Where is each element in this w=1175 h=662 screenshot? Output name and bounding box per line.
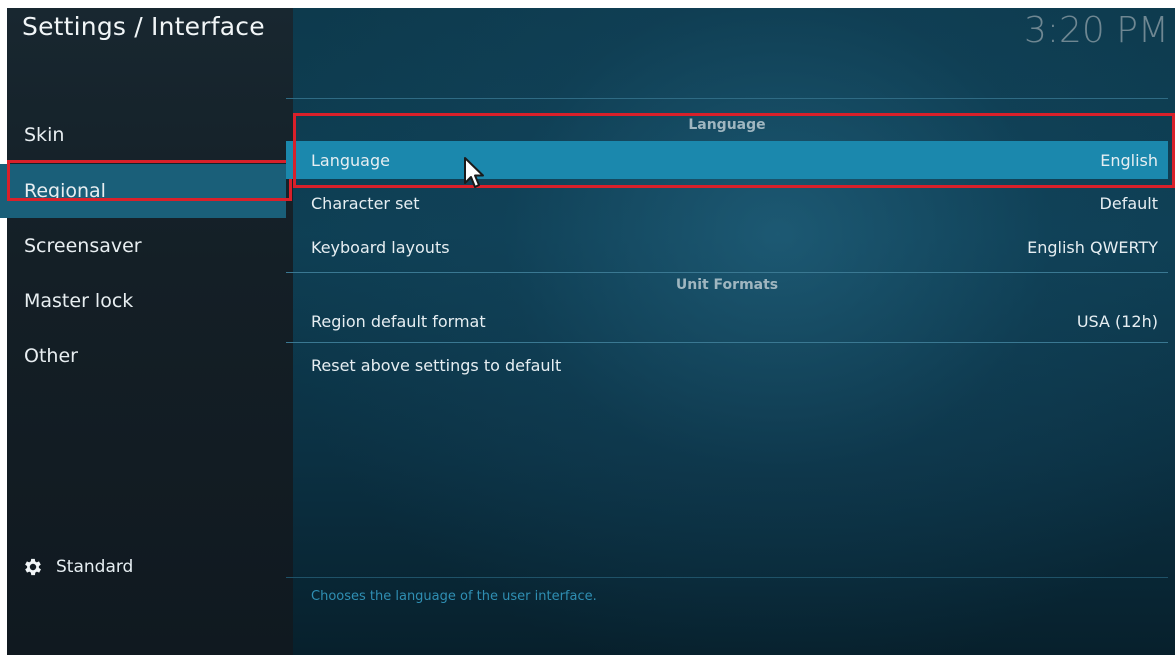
setting-row-keyboard-layouts[interactable]: Keyboard layouts English QWERTY — [286, 228, 1168, 266]
sidebar-item-label: Other — [24, 345, 78, 367]
setting-row-language[interactable]: Language English — [286, 141, 1168, 179]
setting-label: Character set — [311, 193, 420, 213]
sidebar-item-screensaver[interactable]: Screensaver — [0, 219, 286, 273]
setting-row-region-default-format[interactable]: Region default format USA (12h) — [286, 302, 1168, 340]
section-heading-language: Language — [688, 117, 766, 133]
sidebar-item-skin[interactable]: Skin — [0, 108, 286, 162]
setting-value: English — [1100, 150, 1158, 170]
setting-value: USA (12h) — [1076, 311, 1158, 331]
sidebar-item-label: Screensaver — [24, 235, 142, 257]
section-heading-unit-formats: Unit Formats — [675, 277, 779, 293]
footer-divider — [286, 577, 1168, 578]
reset-settings-button[interactable]: Reset above settings to default — [286, 346, 1168, 384]
setting-value: Default — [1099, 193, 1158, 213]
setting-label: Region default format — [311, 311, 486, 331]
reset-settings-label: Reset above settings to default — [311, 355, 562, 375]
sidebar-item-label: Master lock — [24, 290, 134, 312]
setting-label: Keyboard layouts — [311, 237, 450, 257]
setting-label: Language — [311, 150, 390, 170]
sidebar-item-label: Regional — [24, 180, 106, 202]
settings-level-label: Standard — [56, 557, 134, 577]
section-divider — [286, 342, 1168, 343]
sidebar-item-master-lock[interactable]: Master lock — [0, 274, 286, 328]
section-divider — [286, 272, 1168, 273]
sidebar-item-other[interactable]: Other — [0, 329, 286, 383]
sidebar-item-regional[interactable]: Regional — [0, 164, 286, 218]
mouse-cursor-icon — [464, 157, 484, 188]
gear-icon — [25, 558, 41, 576]
setting-description: Chooses the language of the user interfa… — [311, 589, 597, 604]
setting-row-character-set[interactable]: Character set Default — [286, 184, 1168, 222]
setting-value: English QWERTY — [1027, 237, 1158, 257]
sidebar-item-label: Skin — [24, 124, 65, 146]
settings-level-button[interactable]: Standard — [22, 556, 133, 578]
page-title: Settings / Interface — [22, 12, 265, 41]
header-divider — [286, 98, 1168, 99]
clock: 3:20 PM — [1023, 10, 1169, 51]
